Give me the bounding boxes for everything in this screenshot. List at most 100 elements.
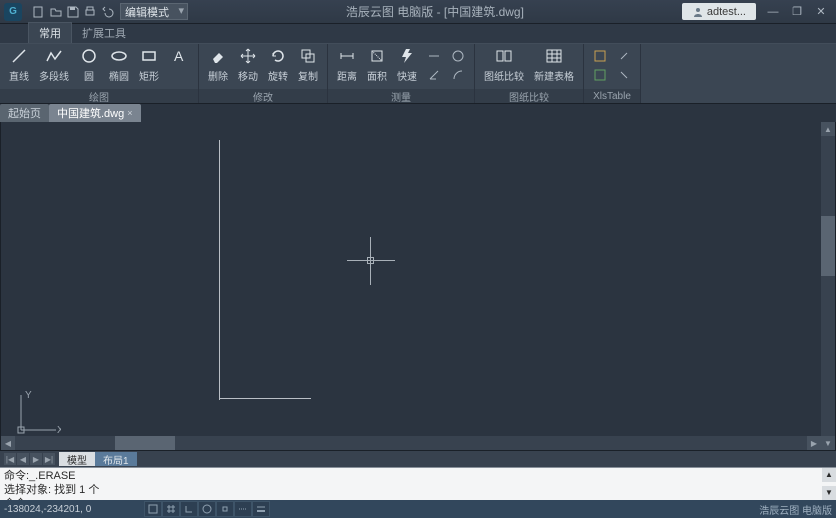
- tab-startpage[interactable]: 起始页: [0, 104, 49, 122]
- dim-radius-icon[interactable]: [449, 47, 467, 65]
- cmd-scroll-down-icon[interactable]: ▼: [822, 486, 836, 500]
- undo-icon[interactable]: [100, 5, 114, 19]
- nav-first-icon[interactable]: |◀: [4, 453, 16, 465]
- copy-icon: [298, 46, 318, 66]
- rotate-icon: [268, 46, 288, 66]
- rect-icon: [139, 46, 159, 66]
- dim-linear-icon[interactable]: [425, 47, 443, 65]
- polar-toggle[interactable]: [198, 501, 216, 517]
- nav-last-icon[interactable]: ▶|: [43, 453, 55, 465]
- tab-layout1[interactable]: 布局1: [95, 452, 137, 466]
- new-icon[interactable]: [32, 5, 46, 19]
- scroll-track[interactable]: [175, 436, 807, 450]
- xlstable-tools2: [612, 46, 636, 85]
- scroll-right-icon[interactable]: ▶: [807, 436, 821, 450]
- user-account[interactable]: adtest...: [682, 3, 756, 20]
- app-icon[interactable]: G: [4, 3, 22, 21]
- close-doc-icon[interactable]: ×: [127, 108, 132, 118]
- tool-circle[interactable]: 圆: [74, 46, 104, 83]
- tool-erase[interactable]: 删除: [203, 46, 233, 83]
- tab-model[interactable]: 模型: [59, 452, 95, 466]
- print-icon[interactable]: [83, 5, 97, 19]
- dim-angular-icon[interactable]: [425, 66, 443, 84]
- xls-import-icon[interactable]: [591, 47, 609, 65]
- ribbon-group-measure: 距离 面积 快速 测量: [328, 44, 475, 103]
- tool-rotate[interactable]: 旋转: [263, 46, 293, 83]
- xls-unlink-icon[interactable]: [615, 66, 633, 84]
- ribbon-group-xlstable: XlsTable: [584, 44, 641, 103]
- open-icon[interactable]: [49, 5, 63, 19]
- horizontal-scrollbar[interactable]: ◀ ▶: [1, 436, 821, 450]
- xls-export-icon[interactable]: [591, 66, 609, 84]
- cmd-scroll-up-icon[interactable]: ▲: [822, 468, 836, 482]
- tool-polyline[interactable]: 多段线: [34, 46, 74, 83]
- user-label: adtest...: [707, 6, 746, 18]
- drawing-entity: [219, 398, 311, 399]
- doc-tab-label: 中国建筑.dwg: [57, 105, 124, 121]
- area-icon: [367, 46, 387, 66]
- tool-rect[interactable]: 矩形: [134, 46, 164, 83]
- tool-ellipse[interactable]: 椭圆: [104, 46, 134, 83]
- tab-extend[interactable]: 扩展工具: [72, 23, 136, 43]
- grid-toggle[interactable]: [162, 501, 180, 517]
- scroll-thumb[interactable]: [821, 216, 835, 276]
- tool-distance[interactable]: 距离: [332, 46, 362, 83]
- xls-link-icon[interactable]: [615, 47, 633, 65]
- tool-quick[interactable]: 快速: [392, 46, 422, 83]
- restore-button[interactable]: ❐: [786, 3, 808, 21]
- tool-compare[interactable]: 图纸比较: [479, 46, 529, 83]
- pickbox: [367, 257, 374, 264]
- nav-next-icon[interactable]: ▶: [30, 453, 42, 465]
- distance-icon: [337, 46, 357, 66]
- tab-document[interactable]: 中国建筑.dwg×: [49, 104, 141, 122]
- ribbon-group-compare: 图纸比较 新建表格 图纸比较: [475, 44, 584, 103]
- scroll-up-icon[interactable]: ▲: [821, 122, 835, 136]
- command-line[interactable]: 命令:_.ERASE 选择对象: 找到 1 个 命令: ▲ ▼: [0, 467, 836, 500]
- table-icon: [544, 46, 564, 66]
- scroll-thumb[interactable]: [115, 436, 175, 450]
- otrack-toggle[interactable]: [234, 501, 252, 517]
- layout-tabs: |◀ ◀ ▶ ▶| 模型 布局1: [0, 451, 836, 467]
- osnap-toggle[interactable]: [216, 501, 234, 517]
- group-label-xlstable: XlsTable: [584, 89, 640, 103]
- tool-label: 多段线: [39, 68, 69, 83]
- compare-icon: [494, 46, 514, 66]
- mode-dropdown[interactable]: 编辑模式: [120, 3, 188, 20]
- tool-label: 矩形: [139, 68, 159, 83]
- scroll-left-icon[interactable]: ◀: [1, 436, 15, 450]
- tab-common[interactable]: 常用: [28, 22, 72, 43]
- minimize-button[interactable]: —: [762, 3, 784, 21]
- lwt-toggle[interactable]: [252, 501, 270, 517]
- tool-text[interactable]: A: [164, 46, 194, 68]
- layout-nav: |◀ ◀ ▶ ▶|: [4, 453, 55, 465]
- save-icon[interactable]: [66, 5, 80, 19]
- tool-label: 删除: [208, 68, 228, 83]
- tool-label: 旋转: [268, 68, 288, 83]
- group-label-measure: 测量: [328, 89, 474, 103]
- scroll-track[interactable]: [821, 276, 835, 436]
- ribbon: 直线 多段线 圆 椭圆 矩形 A 绘图 删除 移动 旋转 复制 修改 距离 面积…: [0, 44, 836, 104]
- tool-move[interactable]: 移动: [233, 46, 263, 83]
- ellipse-icon: [109, 46, 129, 66]
- vertical-scrollbar[interactable]: ▲ ▼: [821, 122, 835, 450]
- scroll-down-icon[interactable]: ▼: [821, 436, 835, 450]
- tool-label: 图纸比较: [484, 68, 524, 83]
- drawing-canvas[interactable]: Y X ▲ ▼ ◀ ▶: [0, 122, 836, 451]
- window-controls: — ❐ ✕: [762, 3, 832, 21]
- tool-area[interactable]: 面积: [362, 46, 392, 83]
- tool-newtable[interactable]: 新建表格: [529, 46, 579, 83]
- drawing-entity: [219, 140, 220, 400]
- status-toggles: [144, 501, 270, 517]
- command-history-line: 命令:_.ERASE: [4, 469, 832, 483]
- ucs-y-label: Y: [25, 390, 32, 401]
- dim-arc-icon[interactable]: [449, 66, 467, 84]
- snap-toggle[interactable]: [144, 501, 162, 517]
- nav-prev-icon[interactable]: ◀: [17, 453, 29, 465]
- tool-line[interactable]: 直线: [4, 46, 34, 83]
- tool-copy[interactable]: 复制: [293, 46, 323, 83]
- ortho-toggle[interactable]: [180, 501, 198, 517]
- xlstable-tools: [588, 46, 612, 85]
- tool-label: 移动: [238, 68, 258, 83]
- erase-icon: [208, 46, 228, 66]
- close-button[interactable]: ✕: [810, 3, 832, 21]
